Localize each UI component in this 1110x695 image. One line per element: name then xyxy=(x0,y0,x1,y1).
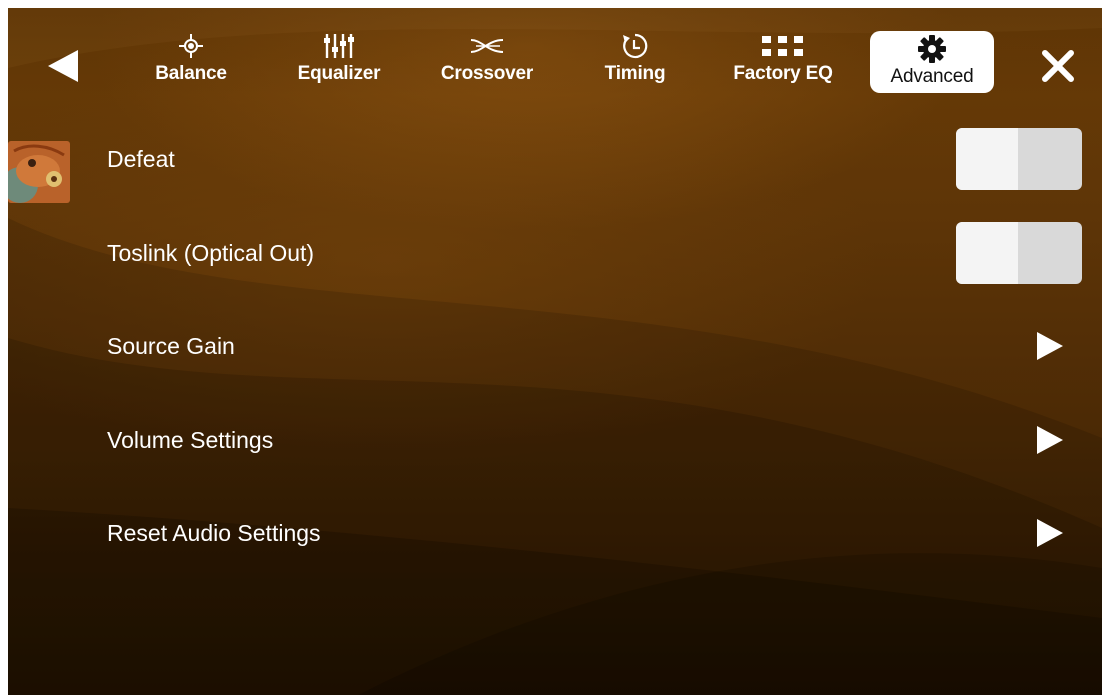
defeat-toggle[interactable] xyxy=(956,128,1082,190)
grid-dots-icon xyxy=(762,32,804,60)
tab-timing[interactable]: Timing xyxy=(575,32,695,94)
tab-advanced[interactable]: Advanced xyxy=(870,31,994,93)
toggle-knob xyxy=(956,222,1018,284)
gear-icon xyxy=(918,35,946,63)
close-x-icon xyxy=(1042,50,1074,82)
tab-crossover[interactable]: Crossover xyxy=(427,32,547,94)
settings-row-volume-settings[interactable]: Volume Settings xyxy=(8,400,1102,480)
tab-factory-eq[interactable]: Factory EQ xyxy=(723,32,843,94)
volume-settings-label: Volume Settings xyxy=(107,426,274,453)
audio-settings-screen: Balance Equalizer Crossover Timing Facto… xyxy=(8,8,1102,695)
source-gain-label: Source Gain xyxy=(107,332,235,359)
sliders-icon xyxy=(323,32,355,60)
crossover-curves-icon xyxy=(470,32,504,60)
toslink-toggle[interactable] xyxy=(956,222,1082,284)
top-navigation-bar: Balance Equalizer Crossover Timing Facto… xyxy=(8,8,1102,96)
settings-row-source-gain[interactable]: Source Gain xyxy=(8,306,1102,386)
chevron-right-icon[interactable] xyxy=(1035,424,1065,456)
reset-audio-settings-label: Reset Audio Settings xyxy=(107,519,321,546)
crosshair-target-icon xyxy=(178,32,204,60)
settings-row-defeat: Defeat xyxy=(8,119,1102,199)
tab-equalizer-label: Equalizer xyxy=(297,63,381,84)
settings-row-reset-audio[interactable]: Reset Audio Settings xyxy=(8,493,1102,573)
tab-equalizer[interactable]: Equalizer xyxy=(279,32,399,94)
defeat-label: Defeat xyxy=(107,145,175,172)
tab-crossover-label: Crossover xyxy=(440,63,534,84)
tab-timing-label: Timing xyxy=(604,63,666,84)
back-triangle-icon xyxy=(48,50,78,82)
toggle-knob xyxy=(956,128,1018,190)
tab-factory-eq-label: Factory EQ xyxy=(733,63,833,84)
chevron-right-icon[interactable] xyxy=(1035,517,1065,549)
settings-row-toslink: Toslink (Optical Out) xyxy=(8,213,1102,293)
tab-balance-label: Balance xyxy=(155,63,227,84)
close-button[interactable] xyxy=(1040,48,1076,84)
toslink-label: Toslink (Optical Out) xyxy=(107,239,315,266)
clock-timer-icon xyxy=(621,32,649,60)
chevron-right-icon[interactable] xyxy=(1035,330,1065,362)
tab-advanced-label: Advanced xyxy=(890,66,974,87)
tab-balance[interactable]: Balance xyxy=(131,32,251,94)
back-button[interactable] xyxy=(44,46,84,86)
